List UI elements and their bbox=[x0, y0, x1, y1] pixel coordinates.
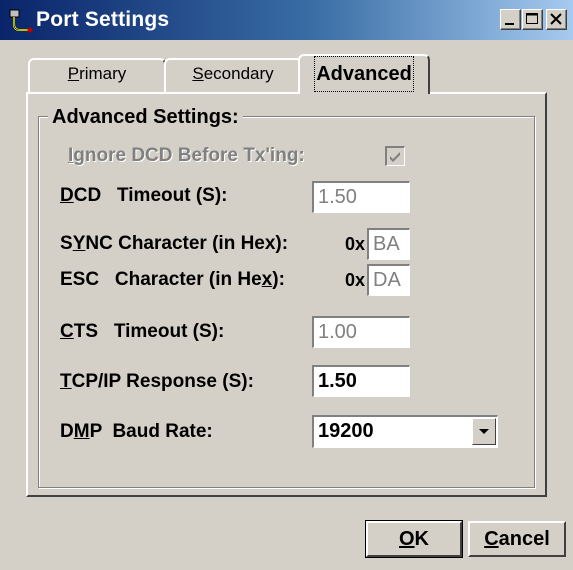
ok-button[interactable]: OK bbox=[365, 520, 463, 558]
sync-char-label: SYNC Character (in Hex): bbox=[60, 233, 289, 254]
tab-primary[interactable]: Primary bbox=[28, 58, 166, 92]
cts-timeout-input[interactable]: 1.00 bbox=[312, 316, 410, 348]
minimize-icon bbox=[505, 23, 514, 25]
tab-advanced-label: Advanced bbox=[314, 56, 414, 92]
close-button[interactable] bbox=[546, 9, 567, 30]
esc-hex-prefix: 0x bbox=[345, 270, 366, 290]
tcpip-response-label: TCP/IP Response (S): bbox=[60, 371, 254, 392]
cts-timeout-label: CTS Timeout (S): bbox=[60, 321, 225, 342]
window-title: Port Settings bbox=[36, 8, 170, 31]
ignore-dcd-label: Ignore DCD Before Tx'ing: bbox=[68, 145, 305, 166]
sync-hex-prefix: 0x bbox=[345, 234, 366, 254]
chevron-down-icon bbox=[479, 429, 489, 434]
dmp-baud-select[interactable]: 19200 bbox=[312, 415, 498, 448]
maximize-icon bbox=[526, 13, 538, 24]
tab-secondary-label: Secondary bbox=[192, 64, 274, 83]
tab-secondary[interactable]: Secondary bbox=[164, 58, 302, 92]
cancel-button[interactable]: Cancel bbox=[468, 521, 566, 557]
sync-char-input[interactable]: BA bbox=[367, 228, 410, 260]
dropdown-arrow-button[interactable] bbox=[472, 418, 496, 445]
group-title: Advanced Settings: bbox=[48, 104, 243, 130]
minimize-button[interactable] bbox=[500, 9, 521, 30]
tcpip-response-input[interactable]: 1.50 bbox=[312, 365, 410, 397]
esc-char-input[interactable]: DA bbox=[367, 264, 410, 296]
serial-port-icon bbox=[9, 9, 33, 33]
maximize-button[interactable] bbox=[522, 9, 543, 30]
dmp-baud-label: DMP Baud Rate: bbox=[60, 421, 213, 442]
dmp-baud-value: 19200 bbox=[318, 420, 374, 442]
title-bar[interactable]: Port Settings bbox=[0, 0, 573, 40]
checkmark-icon bbox=[390, 152, 400, 162]
ignore-dcd-checkbox[interactable] bbox=[385, 146, 405, 166]
port-settings-window: Port Settings Primary Secondary Advanced bbox=[0, 0, 573, 570]
esc-char-label: ESC Character (in Hex): bbox=[60, 269, 285, 290]
tab-advanced[interactable]: Advanced bbox=[298, 54, 430, 94]
tab-primary-label: Primary bbox=[67, 64, 127, 83]
close-icon bbox=[550, 13, 562, 25]
dcd-timeout-input[interactable]: 1.50 bbox=[312, 181, 410, 213]
dcd-timeout-label: DCD Timeout (S): bbox=[60, 185, 228, 206]
